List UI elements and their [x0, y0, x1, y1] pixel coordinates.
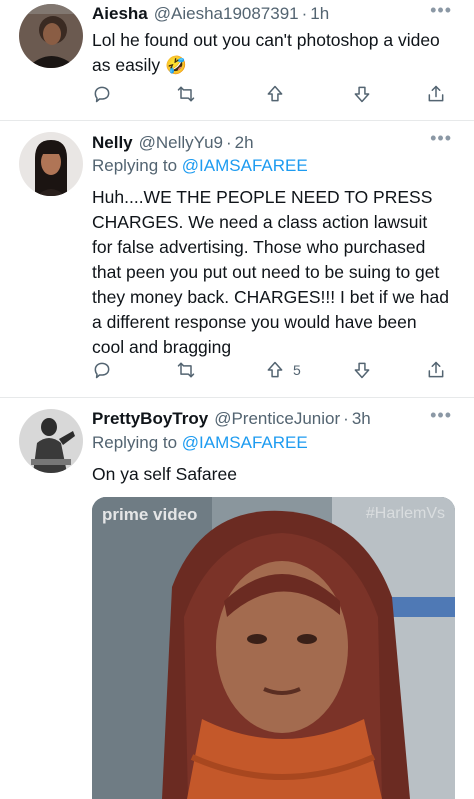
downvote-icon: [354, 86, 370, 103]
avatar[interactable]: [19, 409, 83, 473]
share-button[interactable]: [426, 82, 446, 106]
tweet-text: Huh....WE THE PEOPLE NEED TO PRESS CHARG…: [92, 187, 449, 357]
upvote-icon: [267, 361, 283, 378]
user-handle[interactable]: @NellyYu9: [139, 133, 223, 153]
tweet-aiesha[interactable]: Aiesha @Aiesha19087391 · 1h ••• Lol he f…: [0, 0, 474, 120]
retweet-icon: [177, 362, 195, 378]
replying-to: Replying to @IAMSAFAREE: [92, 156, 308, 176]
display-name[interactable]: PrettyBoyTroy: [92, 409, 208, 429]
user-handle[interactable]: @Aiesha19087391: [154, 4, 299, 24]
tweet-header: Aiesha @Aiesha19087391 · 1h: [92, 4, 430, 24]
tweet-header: PrettyBoyTroy @PrenticeJunior · 3h: [92, 409, 430, 429]
share-button[interactable]: [426, 358, 446, 382]
timestamp[interactable]: 3h: [352, 409, 371, 429]
reply-icon: [94, 362, 110, 379]
avatar[interactable]: [19, 132, 83, 196]
watermark-logo: prime video: [102, 505, 198, 524]
retweet-button[interactable]: [176, 358, 196, 382]
tweet-text: Lol he found out you can't photoshop a v…: [92, 30, 440, 75]
user-handle[interactable]: @PrenticeJunior: [214, 409, 340, 429]
tweet-text: On ya self Safaree: [92, 464, 237, 484]
upvote-button[interactable]: [265, 82, 293, 106]
reply-icon: [94, 86, 110, 103]
timestamp[interactable]: 1h: [310, 4, 329, 24]
media-image[interactable]: prime video #HarlemVs: [92, 497, 455, 799]
tweet-header: Nelly @NellyYu9 · 2h: [92, 133, 430, 153]
reply-button[interactable]: [92, 358, 112, 382]
more-icon[interactable]: •••: [430, 128, 452, 149]
more-icon[interactable]: •••: [430, 0, 452, 21]
timestamp[interactable]: 2h: [235, 133, 254, 153]
separator: ·: [226, 133, 232, 152]
mention-link[interactable]: @IAMSAFAREE: [182, 433, 308, 452]
downvote-button[interactable]: [352, 358, 372, 382]
tweet-nelly[interactable]: Nelly @NellyYu9 · 2h ••• Replying to @IA…: [0, 120, 474, 397]
replying-to: Replying to @IAMSAFAREE: [92, 433, 308, 453]
tweet-actions: [92, 82, 452, 106]
avatar[interactable]: [19, 4, 83, 68]
separator: ·: [301, 4, 308, 23]
retweet-button[interactable]: [176, 82, 196, 106]
separator: ·: [343, 409, 349, 428]
mention-link[interactable]: @IAMSAFAREE: [182, 156, 308, 175]
watermark-hashtag: #HarlemVs: [365, 505, 445, 522]
replying-prefix: Replying to: [92, 433, 182, 452]
reply-button[interactable]: [92, 82, 112, 106]
display-name[interactable]: Aiesha: [92, 4, 148, 24]
tweet-prettyboytroy[interactable]: PrettyBoyTroy @PrenticeJunior · 3h ••• R…: [0, 397, 474, 799]
tweet-actions: 5: [92, 358, 452, 382]
more-icon[interactable]: •••: [430, 405, 452, 426]
downvote-button[interactable]: [352, 82, 372, 106]
downvote-icon: [354, 362, 370, 379]
upvote-count: 5: [293, 362, 301, 378]
upvote-icon: [267, 85, 283, 102]
replying-prefix: Replying to: [92, 156, 182, 175]
upvote-button[interactable]: 5: [265, 358, 301, 382]
retweet-icon: [177, 86, 195, 102]
share-icon: [428, 361, 444, 378]
share-icon: [428, 85, 444, 102]
display-name[interactable]: Nelly: [92, 133, 133, 153]
